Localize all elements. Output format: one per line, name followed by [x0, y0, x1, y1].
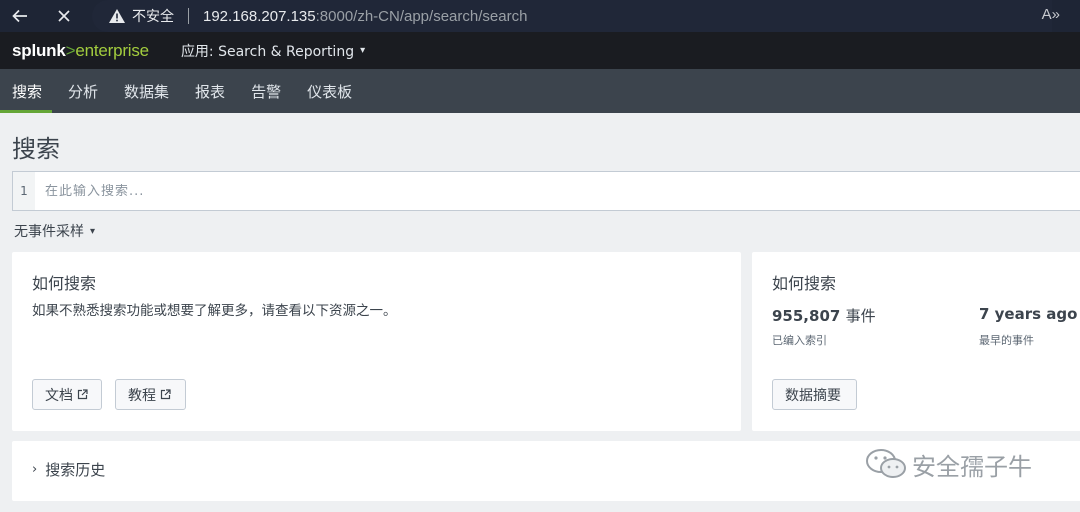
docs-button[interactable]: 文档	[32, 379, 102, 410]
events-count: 955,807 事件	[772, 307, 876, 325]
panel-description: 如果不熟悉搜索功能或想要了解更多，请查看以下资源之一。	[32, 303, 397, 319]
search-history-label: 搜索历史	[45, 461, 106, 479]
url-host: 192.168.207.135	[203, 7, 316, 25]
warning-icon	[109, 9, 125, 23]
line-number: 1	[13, 172, 35, 210]
data-summary-button[interactable]: 数据摘要	[772, 379, 857, 410]
read-aloud-icon[interactable]: A»	[1042, 6, 1060, 23]
app-header: splunk>enterprise 应用: Search & Reporting…	[0, 32, 1080, 69]
watermark-text: 安全孺子牛	[912, 452, 1032, 481]
tutorial-label: 教程	[128, 387, 156, 404]
security-status[interactable]: 不安全	[132, 6, 174, 26]
search-bar: 1	[12, 171, 1080, 211]
stop-loading-icon[interactable]	[50, 2, 78, 30]
chevron-right-icon: ›	[32, 462, 38, 477]
tutorial-button[interactable]: 教程	[115, 379, 186, 410]
docs-label: 文档	[45, 387, 73, 404]
app-nav: 搜索 分析 数据集 报表 告警 仪表板	[0, 69, 1080, 113]
earliest-event-value: 7 years ago	[979, 305, 1078, 323]
nav-item-dashboards[interactable]: 仪表板	[295, 69, 366, 113]
caret-down-icon: ▾	[360, 45, 366, 56]
earliest-event-label: 最早的事件	[979, 334, 1034, 347]
page-title: 搜索	[12, 135, 60, 163]
nav-item-search[interactable]: 搜索	[0, 69, 56, 113]
caret-down-icon: ▾	[90, 225, 96, 237]
search-input[interactable]	[45, 183, 945, 199]
external-link-icon	[77, 389, 88, 400]
browser-toolbar: 不安全 192.168.207.135:8000/zh-CN/app/searc…	[0, 0, 1080, 32]
address-bar[interactable]: 不安全 192.168.207.135:8000/zh-CN/app/searc…	[92, 0, 1052, 32]
back-arrow-icon[interactable]	[6, 2, 34, 30]
how-to-search-panel: 如何搜索 如果不熟悉搜索功能或想要了解更多，请查看以下资源之一。 文档 教程	[12, 252, 741, 431]
nav-item-alerts[interactable]: 告警	[239, 69, 295, 113]
nav-item-analytics[interactable]: 分析	[56, 69, 112, 113]
events-indexed-label: 已编入索引	[772, 334, 827, 347]
event-sampling-dropdown[interactable]: 无事件采样 ▾	[14, 221, 95, 241]
app-menu[interactable]: 应用: Search & Reporting ▾	[181, 41, 365, 61]
wechat-icon	[866, 449, 906, 478]
watermark: 安全孺子牛	[864, 446, 1032, 482]
nav-item-reports[interactable]: 报表	[183, 69, 239, 113]
search-history-toggle[interactable]: › 搜索历史	[32, 459, 105, 480]
url-separator	[188, 8, 189, 24]
url-path: :8000/zh-CN/app/search/search	[315, 7, 528, 25]
panel-title: 如何搜索	[32, 274, 97, 293]
external-link-icon	[160, 389, 171, 400]
app-menu-label: 应用: Search & Reporting	[180, 43, 355, 60]
data-overview-panel: 如何搜索 955,807 事件 已编入索引 7 years ago 最早的事件 …	[752, 252, 1080, 431]
panel-title: 如何搜索	[772, 274, 837, 293]
splunk-logo[interactable]: splunk>enterprise	[12, 41, 149, 61]
nav-item-datasets[interactable]: 数据集	[112, 69, 183, 113]
sampling-label: 无事件采样	[14, 224, 84, 240]
